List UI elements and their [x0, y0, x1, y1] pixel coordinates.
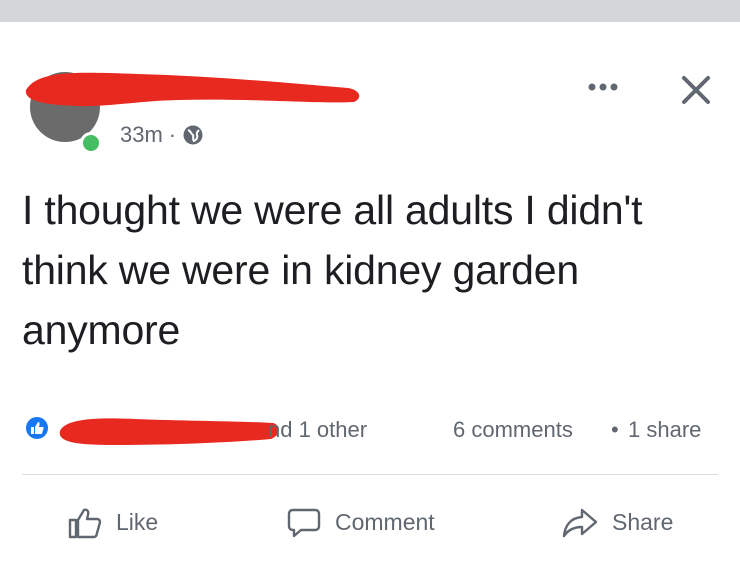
like-reaction-icon[interactable] [24, 415, 50, 441]
comments-count[interactable]: 6 comments [453, 417, 573, 443]
name-redaction-mark [25, 72, 360, 107]
reactor-redaction-mark [59, 418, 279, 445]
like-label: Like [116, 509, 159, 535]
comment-button[interactable]: Comment [287, 495, 435, 550]
more-options-button[interactable] [583, 72, 623, 102]
online-status-indicator [80, 132, 102, 154]
thumbs-up-icon [31, 422, 44, 434]
post-timestamp[interactable]: 33m [120, 122, 163, 148]
divider [22, 474, 718, 475]
post-text: I thought we were all adults I didn't th… [22, 187, 643, 353]
timestamp-row: 33m · [120, 120, 204, 150]
more-dots-icon [588, 83, 618, 91]
share-button[interactable]: Share [562, 495, 673, 550]
timestamp-separator: · [168, 122, 177, 147]
reactor-names[interactable]: nd 1 other [268, 417, 367, 443]
globe-icon[interactable] [182, 124, 204, 146]
action-bar: Like Comment Share [0, 495, 740, 550]
share-label: Share [612, 509, 674, 535]
comment-bubble-icon [287, 508, 321, 537]
top-bar [0, 0, 740, 22]
close-icon [682, 76, 710, 104]
like-button[interactable]: Like [68, 495, 158, 550]
close-button[interactable] [676, 70, 716, 110]
post-header: 33m · [0, 22, 740, 154]
share-arrow-icon [562, 508, 598, 537]
comment-label: Comment [335, 509, 435, 535]
thumbs-up-outline-icon [68, 508, 102, 538]
shares-count[interactable]: 1 share [628, 417, 701, 443]
counts-separator: • [611, 417, 619, 442]
reactions-row: nd 1 other 6 comments • 1 share [0, 405, 740, 450]
